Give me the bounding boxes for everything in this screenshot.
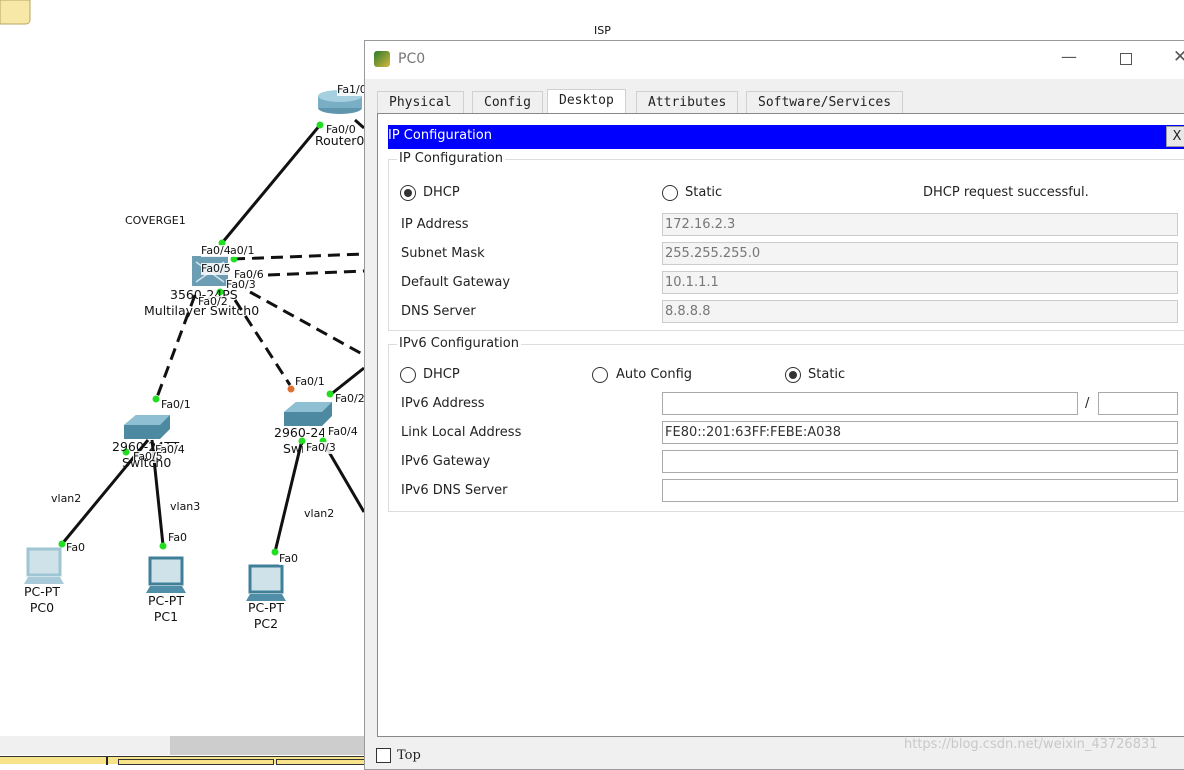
watermark: https://blog.csdn.net/weixin_43726831 [904, 737, 1158, 752]
app-title: IP Configuration [388, 128, 492, 143]
switch-icon [124, 415, 170, 439]
close-window-button[interactable]: ✕ [1173, 47, 1184, 67]
app-close-button[interactable]: X [1166, 126, 1184, 147]
field-label: Default Gateway [401, 275, 511, 290]
prefix-length-input[interactable] [1098, 392, 1178, 415]
pc0-node[interactable]: PC-PT PC0 [24, 584, 60, 616]
port-label: Fa0/1 [295, 375, 325, 388]
field-label: Link Local Address [401, 425, 522, 440]
top-label: Top [397, 748, 421, 763]
auto-config-radio[interactable] [592, 367, 608, 383]
ipv6-static-radio[interactable] [785, 367, 801, 383]
field-label: IPv6 Address [401, 396, 485, 411]
port-label: a0/1 [230, 244, 255, 257]
area-label: COVERGE1 [125, 214, 186, 227]
topology-canvas[interactable]: ISP COVERGE1 Fa1/0 Fa0/0 Router0 Fa0/4 a… [0, 0, 611, 736]
mls-name[interactable]: Multilayer Switch0 [144, 303, 259, 319]
tab-config[interactable]: Config [472, 91, 543, 114]
pc-name: PC0 [29, 600, 55, 615]
minimize-button[interactable]: — [1061, 47, 1077, 66]
static-label: Static [685, 185, 723, 200]
switch1-name[interactable]: Switch1 [283, 441, 303, 457]
app-title-bar: IP Configuration X [388, 125, 1184, 149]
vlan-label: vlan2 [304, 507, 335, 520]
field-label: IPv6 DNS Server [401, 483, 508, 498]
tab-desktop[interactable]: Desktop [547, 89, 626, 114]
ip-address-input[interactable]: 172.16.2.3 [662, 213, 1178, 236]
port-label: Fa0/4 [201, 244, 231, 257]
packet-tracer-icon [374, 51, 390, 67]
title-bar: PC0 — ✕ [365, 41, 1184, 79]
pc-name: PC1 [153, 609, 179, 624]
link-mls-dashed-3 [249, 290, 364, 357]
link-mls-dashed-2 [267, 269, 364, 277]
ipv6-dhcp-radio[interactable] [400, 367, 416, 383]
horizontal-scrollbar[interactable] [0, 736, 364, 755]
port-label: Fa0 [66, 541, 86, 554]
static-radio[interactable] [662, 185, 678, 201]
ipv6-static-label: Static [808, 367, 846, 382]
dhcp-status: DHCP request successful. [923, 185, 1089, 200]
switch0-name[interactable]: Switch0 [122, 455, 171, 471]
pc-name: PC2 [253, 616, 279, 631]
router-name[interactable]: Router0 [315, 133, 364, 149]
port-label: Fa0/1 [161, 398, 191, 411]
group-title: IP Configuration [397, 151, 505, 166]
bottom-toolbar [0, 756, 366, 765]
subnet-mask-input[interactable]: 255.255.255.0 [662, 242, 1178, 265]
ipv6-gateway-input[interactable] [662, 450, 1178, 473]
tab-physical[interactable]: Physical [377, 91, 464, 114]
port-label: Fa0 [168, 531, 188, 544]
desktop-panel: IP Configuration X IP Configuration DHCP … [377, 113, 1184, 737]
dhcp-label: DHCP [423, 185, 460, 200]
ipv6-address-input[interactable] [662, 392, 1078, 415]
topology-links [0, 0, 364, 601]
pc2-node[interactable]: PC-PT PC2 [248, 600, 284, 632]
ipv6-dns-input[interactable] [662, 479, 1178, 502]
ipv4-group: IP Configuration DHCP Static DHCP reques… [388, 151, 1184, 331]
link-local-address-input[interactable]: FE80::201:63FF:FEBE:A038 [662, 421, 1178, 444]
field-label: DNS Server [401, 304, 476, 319]
window-title: PC0 [398, 51, 426, 67]
link-switch1-up [329, 366, 364, 397]
default-gateway-input[interactable]: 10.1.1.1 [662, 271, 1178, 294]
port-label: Fa1/0 [337, 83, 367, 96]
pc1-node[interactable]: PC-PT PC1 [148, 593, 184, 625]
port-label: Fa0/2 [335, 392, 365, 405]
maximize-button[interactable] [1120, 53, 1132, 65]
switch-icon [284, 402, 332, 426]
top-checkbox[interactable] [376, 748, 391, 763]
group-title: IPv6 Configuration [397, 336, 521, 351]
isp-label: ISP [594, 24, 611, 37]
ipv6-group: IPv6 Configuration DHCP Auto Config Stat… [388, 336, 1184, 512]
vlan-label: vlan2 [51, 492, 82, 505]
port-label: Fa0/3 [306, 441, 336, 454]
field-label: Subnet Mask [401, 246, 485, 261]
port-label: Fa0/5 [201, 262, 231, 275]
field-label: IP Address [401, 217, 469, 232]
auto-config-label: Auto Config [616, 367, 693, 382]
switch1-model: 2960-24TT [274, 425, 324, 440]
ipv6-dhcp-label: DHCP [423, 367, 460, 382]
tab-software-services[interactable]: Software/Services [746, 91, 904, 114]
note-icon [0, 0, 31, 25]
pc-type: PC-PT [248, 600, 284, 615]
scrollbar-thumb[interactable] [170, 736, 364, 755]
dhcp-radio[interactable] [400, 185, 416, 201]
pc-icon [146, 556, 186, 593]
pc-dialog-window: PC0 — ✕ Physical Config Desktop Attribut… [364, 40, 1184, 770]
link-router-mls [220, 124, 322, 244]
pc-icon [24, 547, 64, 584]
port-label: Fa0/4 [328, 425, 358, 438]
field-label: IPv6 Gateway [401, 454, 491, 469]
vlan-label: vlan3 [170, 500, 201, 513]
pc-icon [246, 564, 286, 601]
port-label: Fa0 [279, 552, 299, 565]
pc-type: PC-PT [148, 593, 184, 608]
dns-server-input[interactable]: 8.8.8.8 [662, 300, 1178, 323]
prefix-separator: / [1085, 396, 1090, 411]
pc-type: PC-PT [24, 584, 60, 599]
tab-attributes[interactable]: Attributes [636, 91, 739, 114]
